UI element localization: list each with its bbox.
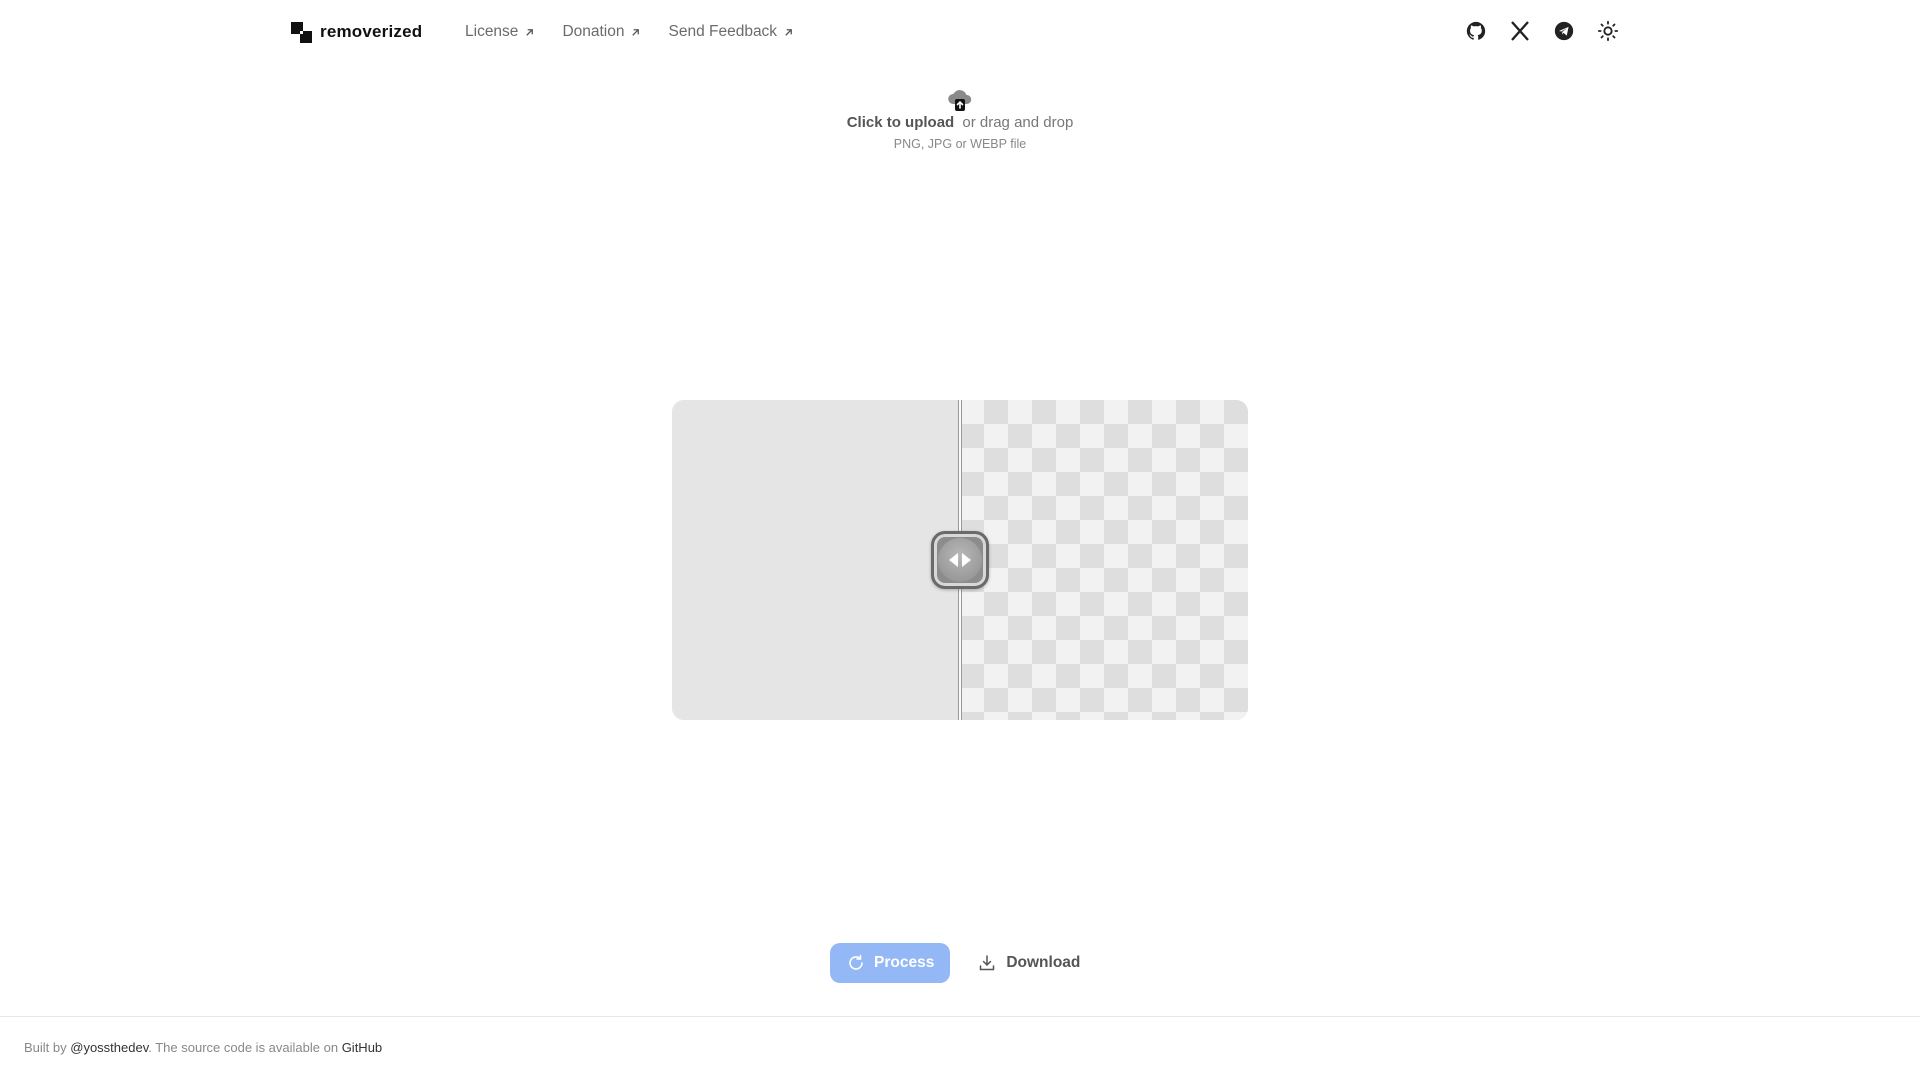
top-header: removerized License Donation Send Feedba… [0,0,1920,64]
upload-primary-text: Click to upload [846,114,955,131]
telegram-icon[interactable] [1552,19,1576,43]
nav-license-link[interactable]: License [465,23,535,41]
footer-divider [0,1016,1920,1017]
process-button-label: Process [874,954,935,971]
left-right-arrows-icon [938,538,982,582]
cloud-upload-icon [948,90,972,111]
transparent-result-pane [960,400,1248,720]
arrow-up-right-icon [526,28,534,36]
author-link[interactable]: @yossthedev [70,1040,148,1055]
original-image-pane [672,400,960,720]
upload-instructions: Click to upload or drag and drop [760,114,1160,131]
squares-logo-icon [291,21,312,43]
download-button[interactable]: Download [972,943,1086,983]
nav-donation-label: Donation [562,23,625,40]
arrow-up-right-icon [785,28,792,36]
upload-file-types: PNG, JPG or WEBP file [893,137,1027,151]
brand-logo[interactable]: removerized [291,20,422,44]
refresh-icon [849,954,863,970]
download-button-label: Download [1006,954,1081,971]
arrow-up-right-icon [632,28,640,36]
download-icon [980,955,995,971]
footer-prefix: Built by [24,1040,71,1055]
github-icon[interactable] [1464,19,1488,43]
process-button[interactable]: Process [830,943,951,983]
main-nav: License Donation Send Feedback [465,20,794,44]
header-icon-bar [1464,19,1620,43]
action-bar: Process Download [830,943,1086,983]
brand-name: removerized [320,22,423,41]
compare-viewer[interactable] [672,400,1248,720]
nav-donation-link[interactable]: Donation [562,23,641,41]
footer-middle: . The source code is available on [148,1040,342,1055]
github-repo-link[interactable]: GitHub [342,1040,382,1055]
x-icon[interactable] [1508,19,1532,43]
compare-slider-handle[interactable] [931,531,989,589]
nav-send-feedback-label: Send Feedback [668,23,778,40]
nav-send-feedback-link[interactable]: Send Feedback [668,23,794,41]
footer-credits: Built by @yossthedev. The source code is… [24,1040,382,1055]
sun-icon[interactable] [1596,19,1620,43]
nav-license-label: License [465,23,519,40]
upload-secondary-text: or drag and drop [962,114,1074,131]
upload-dropzone[interactable]: Click to upload or drag and drop PNG, JP… [760,84,1160,160]
